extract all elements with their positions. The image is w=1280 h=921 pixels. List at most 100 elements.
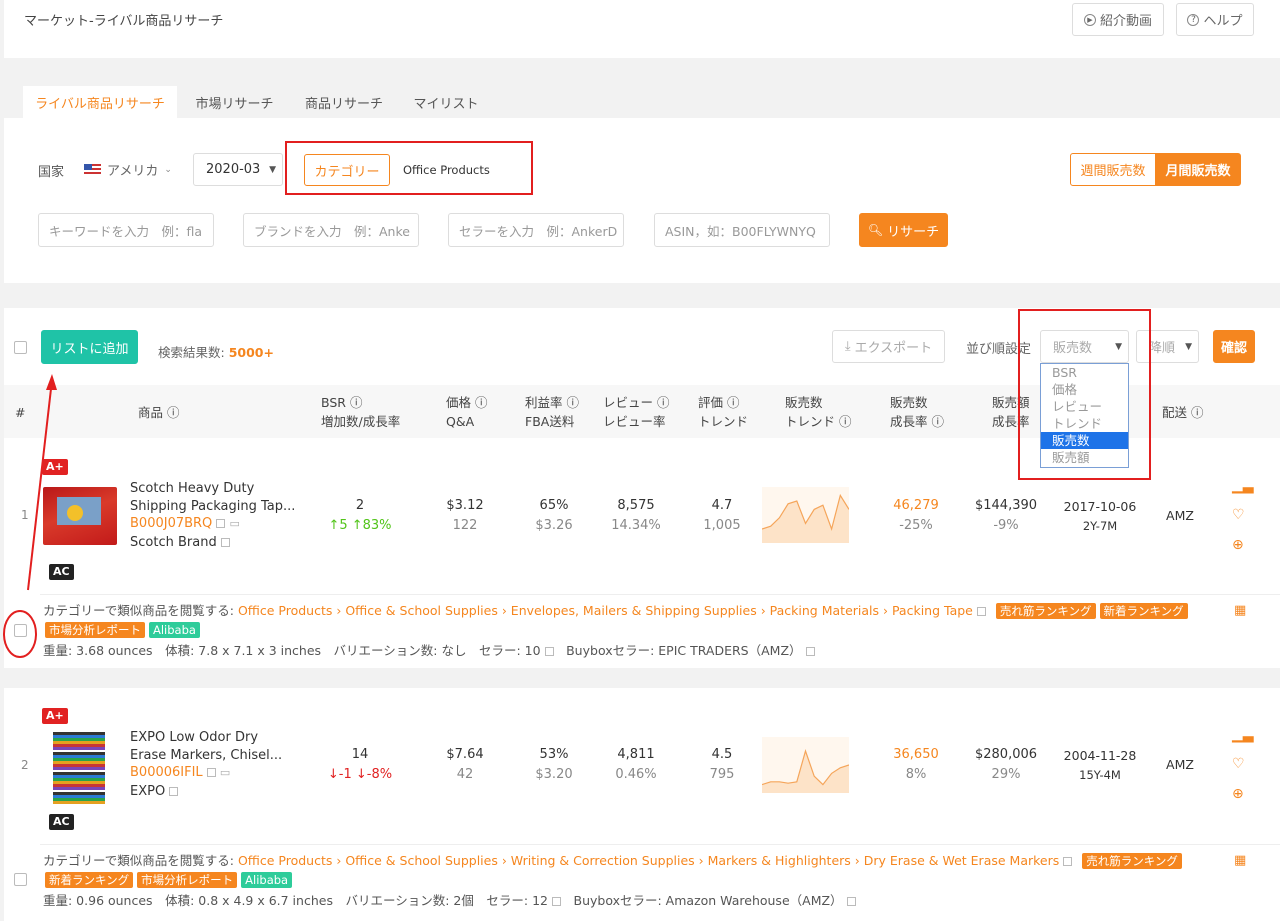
tab-product-research[interactable]: 商品リサーチ xyxy=(292,86,396,118)
col-rating[interactable]: 評価 ⓘ トレンド xyxy=(698,393,748,431)
bar-chart-icon[interactable]: ▁▃ xyxy=(1232,479,1254,493)
col-product: 商品 ⓘ xyxy=(138,405,180,420)
alibaba-tag[interactable]: Alibaba xyxy=(149,622,200,638)
brand-link[interactable]: EXPO xyxy=(130,784,179,799)
listing-age: 2Y-7M xyxy=(1082,519,1118,533)
bestseller-tag[interactable]: 売れ筋ランキング xyxy=(1082,853,1182,869)
tag-line: 新着ランキング 市場分析レポート Alibaba xyxy=(45,870,293,890)
comment-icon: ▭ xyxy=(229,517,240,530)
rating-value: 4.7 xyxy=(711,498,733,513)
product-title[interactable]: Scotch Heavy Duty Shipping Packaging Tap.… xyxy=(130,480,295,516)
intro-video-button[interactable]: ▶ 紹介動画 xyxy=(1072,3,1164,36)
calculator-icon[interactable]: ▦ xyxy=(1234,604,1246,618)
alibaba-tag[interactable]: Alibaba xyxy=(241,872,293,888)
external-link-icon xyxy=(206,768,216,777)
col-trend[interactable]: 販売数 トレンド ⓘ xyxy=(785,393,852,431)
caret-down-icon: ▼ xyxy=(269,164,276,175)
rating-value: 4.5 xyxy=(711,747,733,762)
col-profit[interactable]: 利益率 ⓘ FBA送料 xyxy=(525,393,579,431)
seller-input[interactable]: セラーを入力 例：AnkerD xyxy=(448,213,624,247)
brand-link[interactable]: Scotch Brand xyxy=(130,535,230,550)
category-path: カテゴリーで類似商品を閲覧する: Office Products › Offic… xyxy=(43,851,1186,871)
aplus-badge: A+ xyxy=(42,708,68,724)
bar-chart-icon[interactable]: ▁▃ xyxy=(1232,728,1254,742)
asin-input[interactable]: ASIN，如：B00FLYWNYQ xyxy=(654,213,830,247)
keyword-input[interactable]: キーワードを入力 例：fla xyxy=(38,213,214,247)
product-image[interactable] xyxy=(53,732,105,804)
price-value: $3.12 xyxy=(446,498,484,513)
col-bsr[interactable]: BSR ⓘ 増加数/成長率 xyxy=(321,393,400,431)
col-price[interactable]: 価格 ⓘ Q&A xyxy=(446,393,488,431)
external-link-icon xyxy=(976,607,986,616)
product-specs: 重量: 0.96 ounces 体積: 0.8 x 4.9 x 6.7 inch… xyxy=(43,891,856,911)
target-icon[interactable]: ⊕ xyxy=(1232,787,1244,801)
tab-market-research[interactable]: 市場リサーチ xyxy=(182,86,287,118)
sales-trend-sparkline xyxy=(762,737,849,793)
confirm-button[interactable]: 確認 xyxy=(1213,330,1255,363)
category-link[interactable]: Office Products › Office & School Suppli… xyxy=(238,603,973,618)
help-button[interactable]: ? ヘルプ xyxy=(1176,3,1254,36)
profit-value: 65% xyxy=(539,498,569,513)
help-icon: ⓘ xyxy=(167,405,180,420)
tab-my-list[interactable]: マイリスト xyxy=(401,86,491,118)
category-path: カテゴリーで類似商品を閲覧する: Office Products › Offic… xyxy=(43,601,1192,621)
col-sales[interactable]: 販売数 成長率 ⓘ xyxy=(890,393,944,431)
qa-value: 42 xyxy=(456,767,474,782)
search-icon: 🔍︎ xyxy=(867,223,884,237)
bestseller-tag[interactable]: 売れ筋ランキング xyxy=(995,603,1096,619)
target-icon[interactable]: ⊕ xyxy=(1232,538,1244,552)
country-label: 国家 xyxy=(38,165,65,180)
col-ship[interactable]: 配送 ⓘ xyxy=(1162,403,1204,422)
external-link-icon xyxy=(220,538,230,547)
ac-badge: AC xyxy=(49,564,74,580)
new-release-tag[interactable]: 新着ランキング xyxy=(45,872,134,888)
weekly-sales-button[interactable]: 週間販売数 xyxy=(1070,153,1156,186)
export-button[interactable]: ⤓ エクスポート xyxy=(832,330,945,363)
new-release-tag[interactable]: 新着ランキング xyxy=(1099,603,1188,619)
heart-icon[interactable]: ♡ xyxy=(1232,508,1245,522)
revenue-value: $144,390 xyxy=(974,498,1038,513)
category-link[interactable]: Office Products › Office & School Suppli… xyxy=(238,853,1059,868)
external-link-icon xyxy=(169,787,179,796)
profit-value: 53% xyxy=(539,747,569,762)
country-select[interactable]: アメリカ ⌄ xyxy=(84,160,172,179)
select-all-checkbox[interactable] xyxy=(14,341,27,354)
question-icon: ? xyxy=(1187,13,1200,26)
row-checkbox[interactable] xyxy=(14,873,27,886)
row-index: 1 xyxy=(21,508,29,522)
row-checkbox[interactable] xyxy=(14,624,27,637)
month-select[interactable]: 2020-03 ▼ xyxy=(193,153,283,186)
bsr-change: ↓-1 ↓-8% xyxy=(327,767,393,782)
market-report-tag[interactable]: 市場分析レポート xyxy=(45,622,145,638)
chevron-down-icon: ⌄ xyxy=(164,164,172,175)
fba-value: $3.26 xyxy=(535,518,573,533)
heart-icon[interactable]: ♡ xyxy=(1232,757,1245,771)
price-value: $7.64 xyxy=(446,747,484,762)
tab-rival-research[interactable]: ライバル商品リサーチ xyxy=(23,86,177,118)
product-title[interactable]: EXPO Low Odor Dry Erase Markers, Chisel..… xyxy=(130,729,282,765)
external-link-icon xyxy=(805,647,815,656)
row-index: 2 xyxy=(21,758,29,772)
annotation-box-sort xyxy=(1018,309,1151,480)
monthly-sales-button[interactable]: 月間販売数 xyxy=(1155,153,1241,186)
add-to-list-button[interactable]: リストに追加 xyxy=(41,330,138,364)
external-link-icon xyxy=(551,897,561,906)
col-review[interactable]: レビュー ⓘ レビュー率 xyxy=(603,393,670,431)
annotation-box-category xyxy=(285,141,533,195)
asin-link[interactable]: B00006IFIL ▭ xyxy=(130,765,230,780)
bsr-value: 2 xyxy=(355,498,365,513)
listing-age: 15Y-4M xyxy=(1079,768,1121,782)
market-report-tag[interactable]: 市場分析レポート xyxy=(137,872,238,888)
search-button[interactable]: 🔍︎ リサーチ xyxy=(859,213,948,247)
caret-down-icon: ▼ xyxy=(1185,341,1192,352)
asin-link[interactable]: B000J07BRQ ▭ xyxy=(130,516,240,531)
revenue-growth: 29% xyxy=(991,767,1021,782)
sales-growth: 8% xyxy=(905,767,927,782)
calculator-icon[interactable]: ▦ xyxy=(1234,854,1246,868)
review-rate: 0.46% xyxy=(615,767,657,782)
us-flag-icon xyxy=(84,164,101,175)
page-title: マーケット-ライバル商品リサーチ xyxy=(24,14,224,29)
brand-input[interactable]: ブランドを入力 例：Anke xyxy=(243,213,419,247)
review-count: 8,575 xyxy=(617,498,655,513)
product-image[interactable] xyxy=(43,487,117,545)
